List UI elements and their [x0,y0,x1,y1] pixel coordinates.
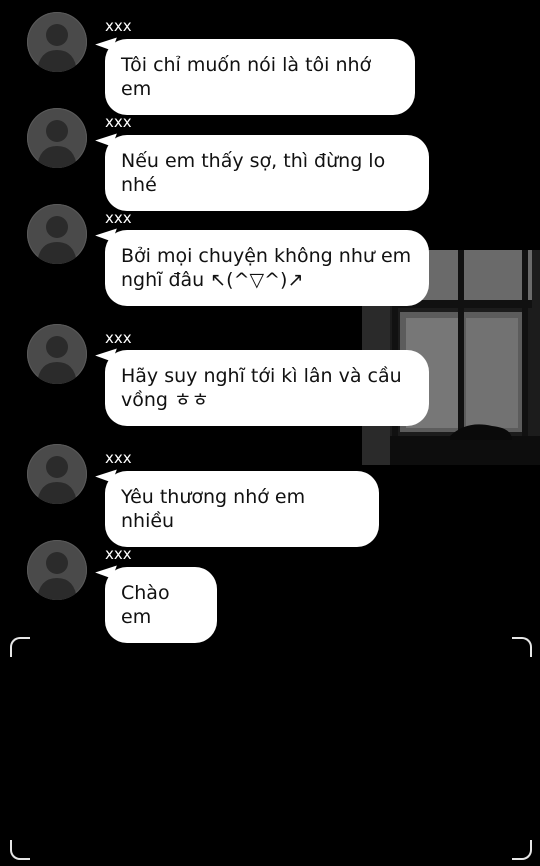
sender-name: xxx [105,113,132,131]
message-bubble[interactable]: Bởi mọi chuyện không như em nghĩ đâu ↖(^… [105,230,429,306]
avatar[interactable] [27,444,87,504]
sender-name: xxx [105,545,132,563]
sender-name: xxx [105,329,132,347]
message-bubble[interactable]: Chào em [105,567,217,643]
sender-name: xxx [105,449,132,467]
default-person-icon [37,336,77,384]
sender-name: xxx [105,17,132,35]
frame-corner-top-left [10,637,30,657]
frame-corner-top-right [512,637,532,657]
chat-screen: xxx Tôi chỉ muốn nói là tôi nhớ em xxx N… [0,0,540,866]
default-person-icon [37,24,77,72]
message-bubble[interactable]: Yêu thương nhớ em nhiều [105,471,379,547]
default-person-icon [37,552,77,600]
message-bubble[interactable]: Tôi chỉ muốn nói là tôi nhớ em [105,39,415,115]
avatar[interactable] [27,540,87,600]
default-person-icon [37,120,77,168]
avatar[interactable] [27,204,87,264]
frame-corner-bottom-right [512,840,532,860]
sender-name: xxx [105,209,132,227]
default-person-icon [37,456,77,504]
avatar[interactable] [27,108,87,168]
default-person-icon [37,216,77,264]
avatar[interactable] [27,324,87,384]
frame-corner-bottom-left [10,840,30,860]
avatar[interactable] [27,12,87,72]
message-bubble[interactable]: Hãy suy nghĩ tới kì lân và cầu vồng ㅎㅎ [105,350,429,426]
message-bubble[interactable]: Nếu em thấy sợ, thì đừng lo nhé [105,135,429,211]
